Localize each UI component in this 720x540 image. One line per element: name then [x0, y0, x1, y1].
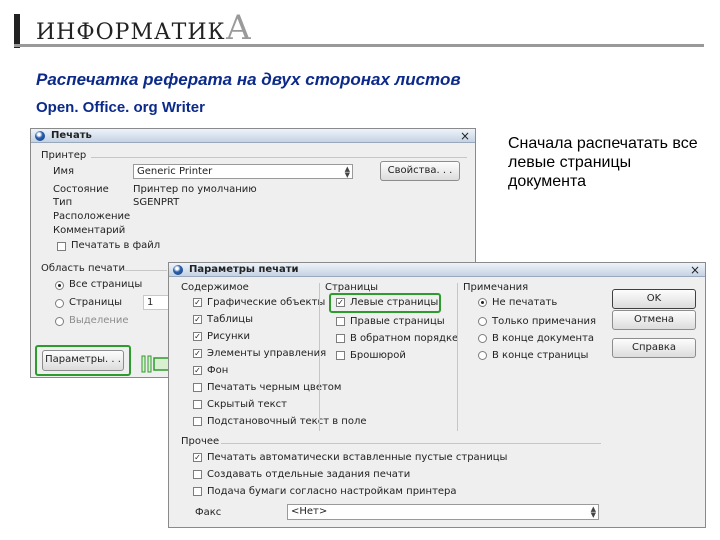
pages-input[interactable]: 1 — [143, 295, 171, 310]
print-dialog-title: Печать — [51, 130, 92, 141]
other-checkbox-2[interactable] — [193, 487, 202, 496]
type-label: Тип — [53, 197, 73, 208]
other-group-label: Прочее — [181, 436, 220, 447]
state-value: Принтер по умолчанию — [133, 184, 257, 195]
range-group-label: Область печати — [41, 263, 126, 274]
properties-button[interactable]: Свойства. . . — [380, 161, 460, 181]
content-checkbox-0[interactable]: ✓ — [193, 298, 202, 307]
content-label-7: Подстановочный текст в поле — [207, 416, 367, 427]
help-button[interactable]: Справка — [612, 338, 696, 358]
other-checkbox-1[interactable] — [193, 470, 202, 479]
divider — [91, 157, 467, 158]
state-label: Состояние — [53, 184, 109, 195]
content-label-3: Элементы управления — [207, 348, 327, 359]
notes-radio-1[interactable] — [478, 317, 487, 326]
page-label-3: Брошюрой — [350, 350, 406, 361]
options-dialog-title: Параметры печати — [189, 264, 299, 275]
content-checkbox-2[interactable]: ✓ — [193, 332, 202, 341]
selection-label: Выделение — [69, 315, 129, 326]
content-checkbox-3[interactable]: ✓ — [193, 349, 202, 358]
other-label-0: Печатать автоматически вставленные пусты… — [207, 452, 508, 463]
openoffice-icon — [173, 265, 183, 275]
content-checkbox-4[interactable]: ✓ — [193, 366, 202, 375]
pages-input-value: 1 — [147, 297, 154, 308]
notes-label-0: Не печатать — [492, 297, 558, 308]
params-button-highlight — [35, 345, 131, 376]
printer-group-label: Принтер — [41, 150, 87, 161]
notes-group-label: Примечания — [463, 282, 529, 293]
content-label-1: Таблицы — [207, 314, 253, 325]
content-label-6: Скрытый текст — [207, 399, 288, 410]
slide-subtitle: Open. Office. org Writer — [36, 99, 205, 116]
other-checkbox-0[interactable]: ✓ — [193, 453, 202, 462]
slide-title: Распечатка реферата на двух сторонах лис… — [36, 70, 461, 89]
printer-name-value: Generic Printer — [137, 166, 213, 177]
options-dialog-titlebar: Параметры печати × — [169, 263, 705, 277]
other-label-1: Создавать отдельные задания печати — [207, 469, 411, 480]
content-label-5: Печатать черным цветом — [207, 382, 342, 393]
divider — [123, 270, 167, 271]
comment-label: Комментарий — [53, 225, 126, 236]
print-dialog-titlebar: Печать × — [31, 129, 475, 143]
fax-label: Факс — [195, 507, 222, 518]
chevron-updown-icon: ▲ ▼ — [590, 505, 596, 519]
notes-radio-3[interactable] — [478, 351, 487, 360]
notes-label-1: Только примечания — [492, 316, 597, 327]
notes-label-2: В конце документа — [492, 333, 595, 344]
page-label-1: Правые страницы — [350, 316, 445, 327]
all-pages-radio[interactable] — [55, 281, 64, 290]
selection-radio[interactable] — [55, 317, 64, 326]
location-label: Расположение — [53, 211, 131, 222]
print-to-file-label: Печатать в файл — [71, 240, 161, 251]
printer-name-select[interactable]: Generic Printer ▲ ▼ — [133, 164, 353, 179]
chevron-updown-icon: ▲ ▼ — [344, 165, 350, 179]
side-note: Сначала распечатать все левые страницы д… — [508, 135, 698, 190]
cancel-button[interactable]: Отмена — [612, 310, 696, 330]
close-icon[interactable]: × — [460, 129, 470, 143]
brand-bar — [14, 14, 20, 48]
page-checkbox-2[interactable] — [336, 334, 345, 343]
fax-select[interactable]: <Нет> ▲ ▼ — [287, 504, 599, 520]
brand-text: ИНФОРМАТИК — [36, 20, 226, 45]
content-label-0: Графические объекты — [207, 297, 326, 308]
openoffice-icon — [35, 131, 45, 141]
left-pages-highlight — [329, 293, 441, 313]
content-checkbox-1[interactable]: ✓ — [193, 315, 202, 324]
content-checkbox-7[interactable] — [193, 417, 202, 426]
print-options-dialog: Параметры печати × Содержимое ✓ Графичес… — [168, 262, 706, 528]
divider — [457, 283, 458, 431]
brand-underline — [14, 44, 704, 47]
pages-radio[interactable] — [55, 299, 64, 308]
pages-group-label: Страницы — [325, 282, 379, 293]
notes-label-3: В конце страницы — [492, 350, 589, 361]
contents-group-label: Содержимое — [181, 282, 249, 293]
print-to-file-checkbox[interactable] — [57, 242, 66, 251]
content-label-2: Рисунки — [207, 331, 251, 342]
close-icon[interactable]: × — [690, 263, 700, 277]
page-checkbox-1[interactable] — [336, 317, 345, 326]
page-label-2: В обратном порядке — [350, 333, 459, 344]
other-label-2: Подача бумаги согласно настройкам принте… — [207, 486, 457, 497]
ok-button[interactable]: OK — [612, 289, 696, 309]
pages-label: Страницы — [69, 297, 123, 308]
page-checkbox-3[interactable] — [336, 351, 345, 360]
notes-radio-2[interactable] — [478, 334, 487, 343]
type-value: SGENPRT — [133, 197, 180, 208]
content-label-4: Фон — [207, 365, 229, 376]
brand-tail-letter: А — [225, 8, 252, 48]
brand-logo: ИНФОРМАТИКА — [36, 8, 251, 48]
content-checkbox-6[interactable] — [193, 400, 202, 409]
content-checkbox-5[interactable] — [193, 383, 202, 392]
name-label: Имя — [53, 166, 75, 177]
notes-radio-0[interactable] — [478, 298, 487, 307]
divider — [319, 283, 320, 431]
divider — [221, 443, 601, 444]
fax-select-value: <Нет> — [291, 506, 328, 517]
all-pages-label: Все страницы — [69, 279, 143, 290]
